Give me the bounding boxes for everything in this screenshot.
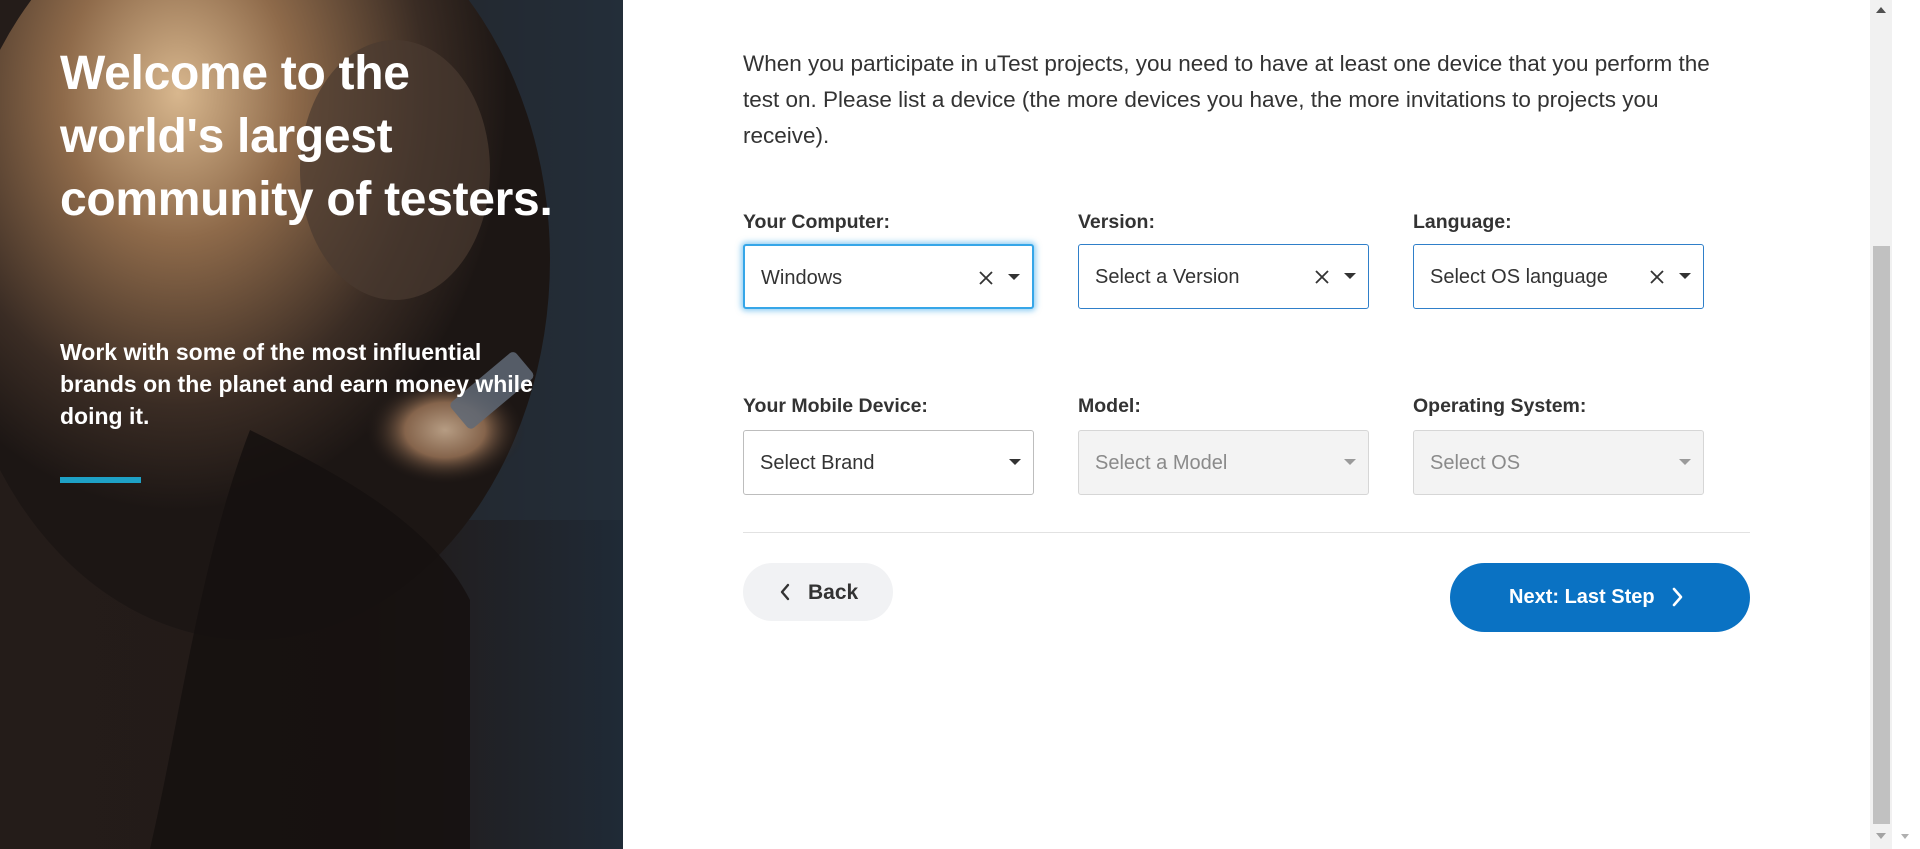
close-icon[interactable] (1312, 267, 1332, 287)
computer-select[interactable]: Windows (743, 244, 1034, 309)
next-last-step-button[interactable]: Next: Last Step (1450, 563, 1750, 632)
model-select-value: Select a Model (1095, 452, 1228, 474)
close-icon[interactable] (976, 268, 996, 288)
chevron-left-icon (780, 583, 790, 601)
caret-down-icon (1679, 273, 1691, 279)
scroll-thumb[interactable] (1873, 246, 1890, 824)
caret-down-icon (1344, 273, 1356, 279)
caret-down-icon (1679, 459, 1691, 465)
hero-panel: Welcome to the world's largest community… (0, 0, 623, 849)
version-label: Version: (1078, 211, 1155, 233)
next-button-label: Next: Last Step (1509, 586, 1655, 608)
version-select-value: Select a Version (1095, 266, 1240, 288)
mobile-brand-select[interactable]: Select Brand (743, 430, 1034, 495)
model-label: Model: (1078, 395, 1141, 417)
hero-accent-line (60, 477, 141, 483)
outer-scroll-down-icon (1901, 834, 1909, 839)
os-select: Select OS (1413, 430, 1704, 495)
model-select: Select a Model (1078, 430, 1369, 495)
language-select[interactable]: Select OS language (1413, 244, 1704, 309)
language-select-value: Select OS language (1430, 266, 1608, 288)
caret-down-icon (1344, 459, 1356, 465)
caret-down-icon (1009, 459, 1021, 465)
chevron-right-icon (1672, 587, 1683, 607)
hero-title: Welcome to the world's largest community… (60, 47, 553, 226)
os-select-value: Select OS (1430, 452, 1521, 474)
language-label: Language: (1413, 211, 1512, 233)
form-divider (743, 532, 1750, 533)
scroll-down-arrow-icon[interactable] (1876, 833, 1886, 839)
computer-label: Your Computer: (743, 211, 890, 233)
mobile-brand-select-value: Select Brand (760, 452, 875, 474)
back-button[interactable]: Back (743, 563, 893, 621)
page-scrollbar[interactable] (1870, 0, 1892, 849)
form-intro-text: When you participate in uTest projects, … (743, 51, 1710, 148)
close-icon[interactable] (1647, 267, 1667, 287)
computer-select-value: Windows (761, 267, 843, 289)
back-button-label: Back (808, 581, 859, 604)
mobile-device-label: Your Mobile Device: (743, 395, 928, 417)
version-select[interactable]: Select a Version (1078, 244, 1369, 309)
os-label: Operating System: (1413, 395, 1587, 417)
outer-scroll-strip (1892, 0, 1920, 849)
caret-down-icon (1008, 274, 1020, 280)
hero-subtitle: Work with some of the most influential b… (60, 339, 533, 429)
scroll-up-arrow-icon[interactable] (1876, 7, 1886, 13)
signup-page: Welcome to the world's largest community… (0, 0, 1920, 849)
